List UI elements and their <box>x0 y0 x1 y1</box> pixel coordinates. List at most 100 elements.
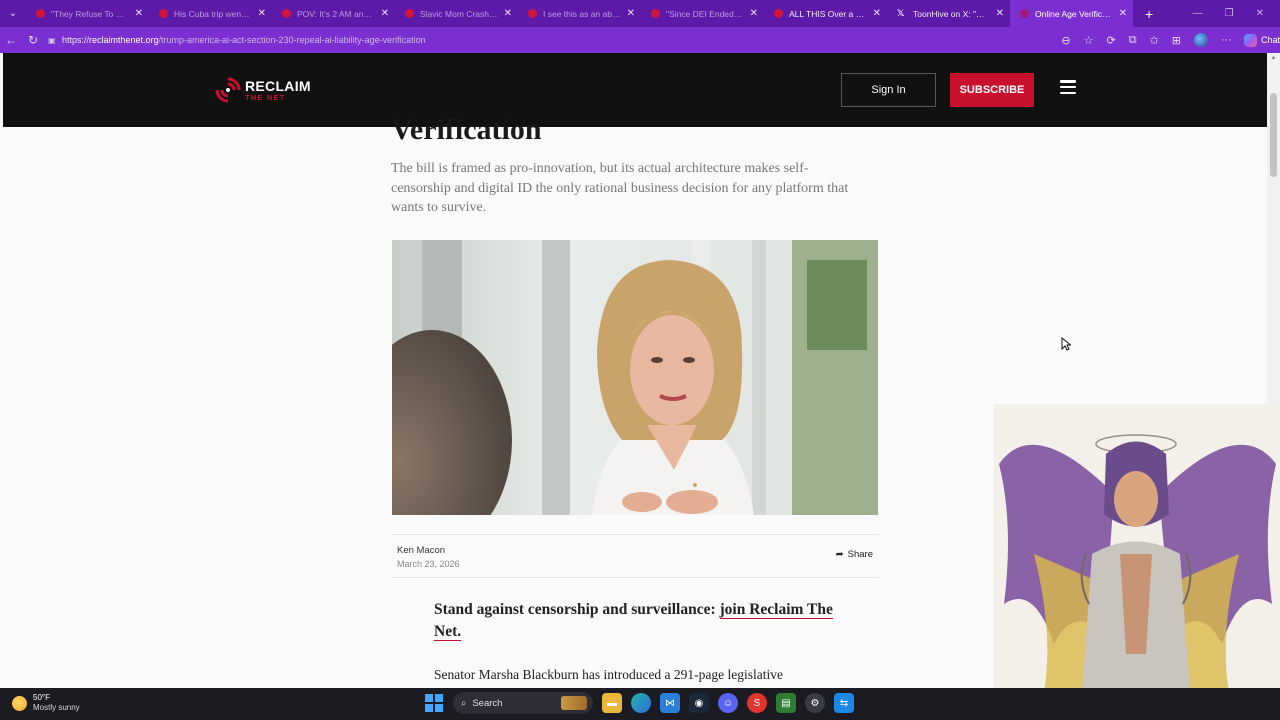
extensions-icon[interactable]: ⟳ <box>1106 34 1115 47</box>
close-window-icon[interactable]: ✕ <box>1256 8 1264 19</box>
tab-3[interactable]: POV: It's 2 AM and you ✕ <box>272 0 395 27</box>
hero-image <box>392 240 878 515</box>
tab-1[interactable]: "They Refuse To Let Us ✕ <box>26 0 149 27</box>
subscribe-button[interactable]: SUBSCRIBE <box>950 73 1034 107</box>
overlay-artwork-winged-warrior <box>994 404 1280 692</box>
close-tab-icon[interactable]: ✕ <box>750 8 758 19</box>
close-tab-icon[interactable]: ✕ <box>873 8 881 19</box>
collections-icon[interactable]: ⊞ <box>1172 34 1181 47</box>
x-icon: 𝕏 <box>897 8 905 18</box>
tab-actions-chevron-icon[interactable]: ⌄ <box>0 0 26 27</box>
close-tab-icon[interactable]: ✕ <box>258 8 266 19</box>
logo-word-reclaim: RECLAIM <box>245 77 311 94</box>
url-path: /trump-america-ai-act-section-230-repeal… <box>158 35 426 45</box>
close-tab-icon[interactable]: ✕ <box>135 8 143 19</box>
tab-title: Online Age Verification <box>1035 8 1113 19</box>
weather-widget[interactable]: 50°F Mostly sunny <box>12 693 80 713</box>
chat-label: Chat <box>1260 35 1280 45</box>
profile-avatar[interactable] <box>1193 33 1208 47</box>
tab-title: "They Refuse To Let Us <box>51 8 129 19</box>
edge-browser-icon[interactable] <box>631 693 651 713</box>
copilot-chat-button[interactable]: Chat <box>1243 33 1280 47</box>
document-app-icon[interactable]: ▤ <box>776 693 796 713</box>
share-button[interactable]: ➦ Share <box>836 549 873 560</box>
tab-title: "Since DEI Ended, I Can <box>666 8 744 19</box>
tab-7[interactable]: ALL THIS Over a Clothing ✕ <box>764 0 887 27</box>
app-s-icon[interactable]: S <box>747 693 767 713</box>
close-tab-icon[interactable]: ✕ <box>627 8 635 19</box>
remote-app-icon[interactable]: ⇆ <box>834 693 854 713</box>
tab-title: I see this as an absolute <box>543 8 621 19</box>
tab-8[interactable]: 𝕏 ToonHive on X: "OpenA ✕ <box>887 0 1010 27</box>
article-headline: Verification <box>391 113 542 146</box>
youtube-icon <box>651 9 660 18</box>
tab-4[interactable]: Slavic Mom Crashes Ou ✕ <box>395 0 518 27</box>
publish-date: March 23, 2026 <box>397 559 460 569</box>
tab-bar: ⌄ "They Refuse To Let Us ✕ His Cuba trip … <box>0 0 1280 27</box>
steam-icon[interactable]: ◉ <box>689 693 709 713</box>
tab-title: ToonHive on X: "OpenA <box>913 8 990 19</box>
author-name[interactable]: Ken Macon <box>397 545 445 556</box>
address-bar-row: ← ↻ ▣ https://reclaimthenet.org/trump-am… <box>0 27 1280 53</box>
close-tab-icon[interactable]: ✕ <box>504 8 512 19</box>
scroll-up-arrow-icon[interactable]: ▲ <box>1267 53 1280 63</box>
winged-warrior-illustration <box>994 404 1280 692</box>
back-arrow-icon[interactable]: ← <box>0 33 22 47</box>
site-info-icon[interactable]: ▣ <box>48 36 62 45</box>
site-logo[interactable]: RECLAIM THE NET <box>213 75 311 105</box>
reclaim-logo-icon <box>215 77 241 103</box>
youtube-icon <box>528 9 537 18</box>
close-tab-icon[interactable]: ✕ <box>1119 8 1127 19</box>
hamburger-menu-icon[interactable] <box>1060 80 1076 94</box>
byline-bar: Ken Macon March 23, 2026 ➦ Share <box>391 534 879 578</box>
discord-icon[interactable]: ☺ <box>718 693 738 713</box>
close-tab-icon[interactable]: ✕ <box>996 8 1004 19</box>
sun-icon <box>12 695 27 711</box>
tab-6[interactable]: "Since DEI Ended, I Can ✕ <box>641 0 764 27</box>
youtube-icon <box>774 9 783 18</box>
copilot-icon <box>1243 33 1257 47</box>
maximize-icon[interactable]: ❐ <box>1225 8 1234 19</box>
new-tab-plus-icon[interactable]: + <box>1133 6 1165 22</box>
tab-5[interactable]: I see this as an absolute ✕ <box>518 0 641 27</box>
weather-condition: Mostly sunny <box>33 703 80 712</box>
article-dek: The bill is framed as pro-innovation, bu… <box>391 161 849 215</box>
file-explorer-icon[interactable]: ▬ <box>602 693 622 713</box>
favorites-icon[interactable]: ✩ <box>1150 34 1159 47</box>
callout-text: Stand against censorship and surveillanc… <box>434 601 720 618</box>
search-label: Search <box>472 697 503 709</box>
browser-toolbar: ⊖ ☆ ⟳ ⧉ ✩ ⊞ ··· <box>1061 33 1232 47</box>
close-tab-icon[interactable]: ✕ <box>381 8 389 19</box>
split-screen-icon[interactable]: ⧉ <box>1129 34 1137 47</box>
url-field[interactable]: ▣ https://reclaimthenet.org/trump-americ… <box>48 30 1057 50</box>
more-menu-icon[interactable]: ··· <box>1221 34 1232 46</box>
tab-9-active[interactable]: Online Age Verification ✕ <box>1010 0 1133 27</box>
article-body-first-line: Senator Marsha Blackburn has introduced … <box>434 667 784 682</box>
search-highlight-art <box>561 696 587 710</box>
window-controls: — ❐ ✕ <box>1193 8 1280 19</box>
sign-in-button[interactable]: Sign In <box>841 73 936 107</box>
minimize-icon[interactable]: — <box>1193 8 1203 19</box>
youtube-icon <box>405 9 414 18</box>
tab-title: ALL THIS Over a Clothing <box>789 8 867 19</box>
weather-temperature: 50°F <box>33 693 50 702</box>
share-arrow-icon: ➦ <box>835 549 844 560</box>
search-icon: ⌕ <box>461 697 467 709</box>
scrollbar-thumb[interactable] <box>1270 93 1277 177</box>
refresh-icon[interactable]: ↻ <box>22 33 44 47</box>
code-editor-icon[interactable]: ⋈ <box>660 693 680 713</box>
mouse-cursor-icon <box>1061 337 1071 351</box>
share-label: Share <box>847 549 873 560</box>
windows-start-icon[interactable] <box>424 693 444 713</box>
url-host: reclaimthenet.org <box>88 35 159 45</box>
favorite-star-icon[interactable]: ☆ <box>1084 34 1094 47</box>
support-callout: Stand against censorship and surveillanc… <box>434 599 834 643</box>
youtube-icon <box>159 9 168 18</box>
reading-mode-icon[interactable]: ⊖ <box>1061 34 1070 47</box>
taskbar-search[interactable]: ⌕ Search <box>453 692 593 714</box>
tab-title: Slavic Mom Crashes Ou <box>420 8 498 19</box>
logo-word-thenet: THE NET <box>245 92 286 102</box>
site-icon <box>1020 9 1029 18</box>
settings-gear-icon[interactable]: ⚙ <box>805 693 825 713</box>
tab-2[interactable]: His Cuba trip went wro ✕ <box>149 0 272 27</box>
